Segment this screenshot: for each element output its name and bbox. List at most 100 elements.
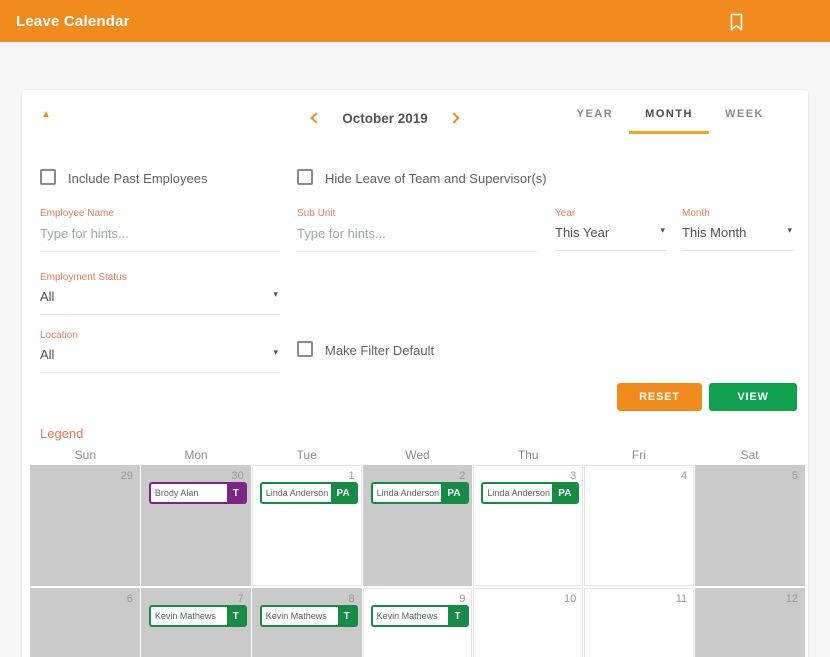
location-field: Location All ▾ xyxy=(40,330,280,373)
weekday-label: Fri xyxy=(631,448,646,462)
dropdown-arrow-icon: ▾ xyxy=(787,225,792,235)
view-button[interactable]: VIEW xyxy=(709,383,797,411)
day-number: 11 xyxy=(675,593,688,605)
month-field: Month This Month ▾ xyxy=(682,208,794,251)
dropdown-arrow-icon: ▾ xyxy=(660,225,665,235)
leave-event-chip[interactable]: Linda Anderson PA xyxy=(370,482,469,504)
calendar-day-cell[interactable]: 29 xyxy=(30,465,140,586)
calendar-day-cell[interactable]: 8 Kevin Mathews T xyxy=(251,588,362,657)
leave-event-chip[interactable]: Brody Alan T xyxy=(148,482,247,504)
leave-employee-name: Linda Anderson xyxy=(487,488,550,498)
year-field: Year This Year ▾ xyxy=(555,208,667,251)
calendar-day-cell[interactable]: 11 xyxy=(584,588,695,657)
chevron-right-icon[interactable] xyxy=(448,112,460,124)
day-number: 2 xyxy=(459,470,466,482)
day-number: 4 xyxy=(681,470,688,482)
tab-year[interactable]: YEAR xyxy=(561,98,630,134)
tab-month[interactable]: MONTH xyxy=(629,98,709,134)
location-field-label: Location xyxy=(40,330,78,341)
month-field-label: Month xyxy=(682,208,710,219)
day-number: 1 xyxy=(348,470,355,482)
calendar-day-cell[interactable]: 4 xyxy=(584,465,695,586)
sub-unit-field: Sub Unit xyxy=(297,208,537,252)
leave-event-chip[interactable]: Kevin Mathews T xyxy=(148,605,247,627)
day-number: 7 xyxy=(237,593,244,605)
calendar-day-cell[interactable]: 5 xyxy=(695,465,805,586)
leave-event-chip[interactable]: Linda Anderson PA xyxy=(481,482,580,504)
year-field-label: Year xyxy=(555,208,576,219)
employment-status-field: Employment Status All ▾ xyxy=(40,272,280,315)
calendar-day-cell[interactable]: 1 Linda Anderson PA xyxy=(251,465,362,586)
month-navigation: October 2019 xyxy=(310,107,460,129)
employee-name-field-label: Employee Name xyxy=(40,208,114,219)
tab-week[interactable]: WEEK xyxy=(709,98,780,134)
calendar-day-cell[interactable]: 30 Brody Alan T xyxy=(140,465,251,586)
day-number: 3 xyxy=(570,470,577,482)
leave-type-badge: T xyxy=(337,607,356,625)
day-number: 9 xyxy=(459,593,466,605)
bookmark-icon[interactable] xyxy=(729,13,744,36)
calendar-grid: 29 30 Brody Alan T 1 Linda Anderson PA 2 Linda A… xyxy=(30,465,805,657)
calendar-day-cell[interactable]: 3 Linda Anderson PA xyxy=(473,465,584,586)
leave-employee-name: Linda Anderson xyxy=(265,488,329,498)
page-title: Leave Calendar xyxy=(16,12,130,30)
calendar-day-cell[interactable]: 12 xyxy=(695,588,805,657)
leave-type-badge: PA xyxy=(441,484,467,502)
reset-button[interactable]: RESET xyxy=(617,383,702,411)
day-number: 8 xyxy=(348,593,355,605)
weekday-label: Tue xyxy=(296,448,317,462)
location-select[interactable]: All ▾ xyxy=(40,347,280,372)
leave-type-badge: PA xyxy=(552,484,578,502)
employment-status-select[interactable]: All ▾ xyxy=(40,289,280,314)
include-past-employees-checkbox[interactable] xyxy=(40,169,56,185)
year-select[interactable]: This Year ▾ xyxy=(555,225,667,250)
hide-leave-label: Hide Leave of Team and Supervisor(s) xyxy=(325,171,547,186)
app-header: Leave Calendar xyxy=(0,0,830,42)
make-filter-default-checkbox[interactable] xyxy=(297,341,313,357)
leave-calendar-card: ▲ October 2019 YEAR MONTH WEEK Include P… xyxy=(22,90,808,657)
leave-event-chip[interactable]: Kevin Mathews T xyxy=(259,605,358,627)
day-number: 12 xyxy=(785,593,798,605)
year-select-value: This Year xyxy=(555,225,610,240)
day-number: 10 xyxy=(564,593,577,605)
leave-employee-name: Brody Alan xyxy=(154,488,199,498)
day-number: 6 xyxy=(126,593,133,605)
weekday-label: Mon xyxy=(184,448,208,462)
sub-unit-input[interactable] xyxy=(297,226,537,251)
current-month-label: October 2019 xyxy=(342,110,428,126)
leave-event-chip[interactable]: Linda Anderson PA xyxy=(259,482,358,504)
calendar-day-cell[interactable]: 7 Kevin Mathews T xyxy=(140,588,251,657)
leave-employee-name: Linda Anderson xyxy=(376,488,440,498)
leave-type-badge: PA xyxy=(330,484,356,502)
employee-name-input[interactable] xyxy=(40,226,280,251)
chevron-left-icon[interactable] xyxy=(310,112,322,124)
day-number: 5 xyxy=(791,470,798,482)
employee-name-field: Employee Name xyxy=(40,208,280,252)
dropdown-arrow-icon: ▾ xyxy=(273,347,278,357)
leave-event-chip[interactable]: Kevin Mathews T xyxy=(370,605,469,627)
employment-status-select-value: All xyxy=(40,289,55,304)
location-select-value: All xyxy=(40,347,55,362)
leave-employee-name: Kevin Mathews xyxy=(154,611,216,621)
leave-employee-name: Kevin Mathews xyxy=(265,611,327,621)
month-select[interactable]: This Month ▾ xyxy=(682,225,794,250)
collapse-panel-icon[interactable]: ▲ xyxy=(41,109,51,120)
calendar-day-cell[interactable]: 10 xyxy=(473,588,584,657)
weekday-label: Thu xyxy=(517,448,539,462)
calendar-day-cell[interactable]: 2 Linda Anderson PA xyxy=(362,465,473,586)
leave-type-badge: T xyxy=(226,607,245,625)
hide-leave-checkbox[interactable] xyxy=(297,169,313,185)
sub-unit-field-label: Sub Unit xyxy=(297,208,336,219)
calendar-day-cell[interactable]: 6 xyxy=(30,588,140,657)
calendar-day-cell[interactable]: 9 Kevin Mathews T xyxy=(362,588,473,657)
weekday-label: Sat xyxy=(740,448,759,462)
weekday-label: Sun xyxy=(74,448,97,462)
leave-type-badge: T xyxy=(448,607,467,625)
weekday-header-row: Sun Mon Tue Wed Thu Fri Sat xyxy=(30,448,805,462)
leave-type-badge: T xyxy=(226,484,245,502)
legend-link[interactable]: Legend xyxy=(40,426,83,441)
month-select-value: This Month xyxy=(682,225,747,240)
weekday-label: Wed xyxy=(405,448,430,462)
day-number: 29 xyxy=(120,470,133,482)
employment-status-field-label: Employment Status xyxy=(40,272,127,283)
